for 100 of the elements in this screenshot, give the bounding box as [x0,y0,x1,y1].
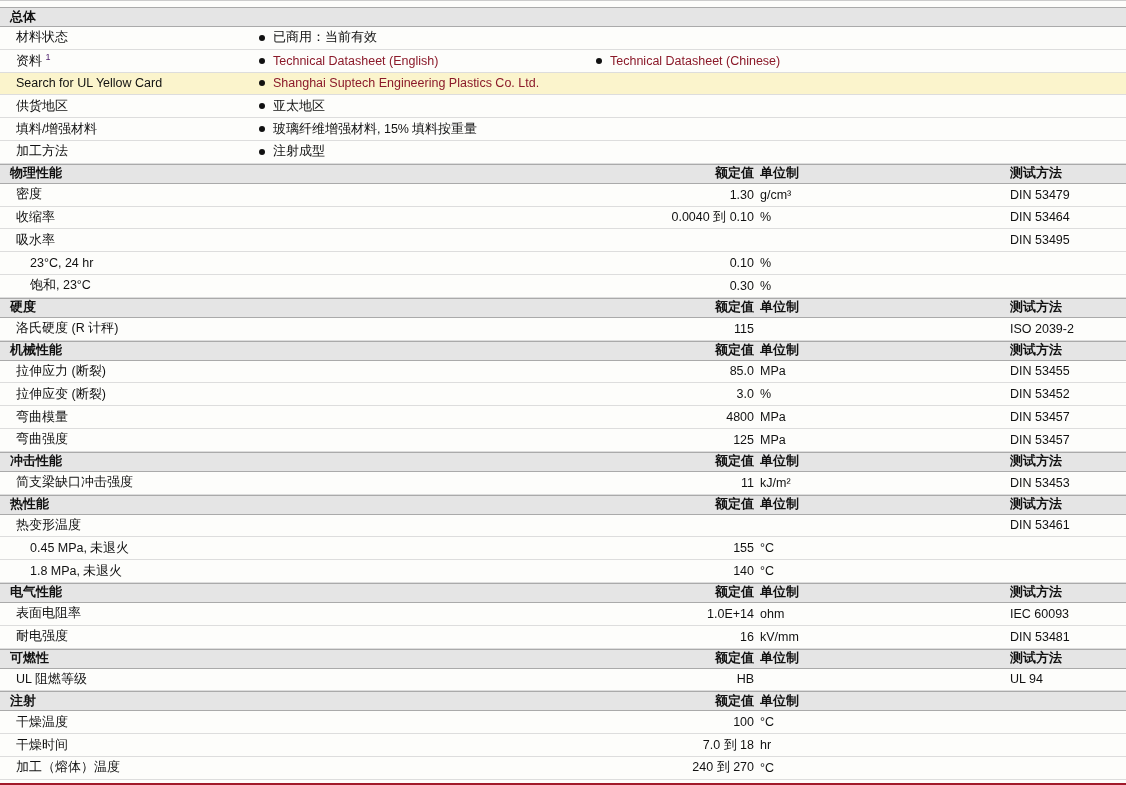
section-title: 机械性能 [8,342,63,360]
nominal-value: 240 到 270 [691,759,755,777]
test-method: ISO 2039-2 [1010,321,1075,336]
unit: g/cm³ [760,187,793,202]
section-title: 注射 [9,692,37,710]
property-name: 密度 [15,186,43,204]
column-heading: 额定值 [714,496,755,514]
column-heading: 单位制 [760,342,800,360]
property-name: 干燥温度 [15,713,69,731]
property-name: 拉伸应变 (断裂) [15,385,107,403]
nominal-value: 16 [739,629,755,644]
property-name: 饱和, 23°C [29,277,92,295]
unit: MPa [760,410,787,425]
unit: % [760,387,773,402]
nominal-value: 115 [733,321,755,336]
column-heading: 测试方法 [1010,299,1063,317]
unit: °C [760,564,776,579]
property-name: 材料状态 [15,29,69,47]
nominal-value: 155 [732,541,755,556]
property-name: 1.8 MPa, 未退火 [29,562,124,580]
test-method: DIN 53452 [1010,387,1071,402]
column-heading: 额定值 [714,299,755,317]
nominal-value: HB [735,672,755,687]
property-value: 注射成型 [273,143,325,161]
property-value: 亚太地区 [273,97,325,115]
bullet-icon [259,80,265,87]
column-heading: 额定值 [714,165,755,183]
test-method: DIN 53464 [1010,210,1071,225]
datasheet-link[interactable]: Technical Datasheet (Chinese) [610,53,781,68]
section-title: 硬度 [9,299,37,317]
property-name: 23°C, 24 hr [29,256,95,271]
test-method: DIN 53479 [1010,187,1071,202]
nominal-value: 0.30 [728,278,755,293]
datasheet-link[interactable]: Shanghai Suptech Engineering Plastics Co. Ltd. [273,76,540,91]
column-heading: 测试方法 [1010,650,1063,668]
column-heading: 额定值 [714,692,755,710]
test-method: IEC 60093 [1010,606,1071,621]
section-title: 物理性能 [9,165,63,183]
bullet-icon [259,126,265,133]
test-method: DIN 53457 [1010,410,1071,425]
section-title: 可燃性 [9,650,50,668]
test-method: DIN 53455 [1010,364,1071,379]
property-name: 加工方法 [15,143,69,161]
unit: °C [760,541,776,556]
property-value: 已商用：当前有效 [273,29,377,47]
unit: °C [760,760,776,775]
nominal-value: 85.0 [728,364,755,379]
datasheet-link[interactable]: Technical Datasheet (English) [273,53,439,68]
unit: % [760,278,773,293]
column-heading: 单位制 [760,299,800,317]
nominal-value: 11 [740,475,755,490]
property-name: 0.45 MPa, 未退火 [29,539,131,557]
test-method: DIN 53457 [1010,432,1071,447]
bullet-icon [259,148,265,155]
unit: MPa [760,364,787,379]
column-heading: 测试方法 [1010,453,1063,471]
section-title: 热性能 [9,496,50,514]
column-heading: 额定值 [714,584,755,602]
nominal-value: 125 [732,432,755,447]
unit: % [760,256,773,271]
column-heading: 测试方法 [1010,584,1063,602]
section-title: 冲击性能 [9,453,63,471]
column-heading: 测试方法 [1010,342,1063,360]
property-name: 供货地区 [15,97,69,115]
unit: °C [760,715,776,730]
unit: % [760,210,773,225]
property-name: 弯曲模量 [15,408,69,426]
unit: kV/mm [760,629,800,644]
column-heading: 额定值 [714,453,755,471]
property-name: 吸水率 [15,231,56,249]
nominal-value: 7.0 到 18 [701,736,755,754]
column-heading: 单位制 [760,650,800,668]
property-name: 简支梁缺口冲击强度 [15,474,134,492]
nominal-value: 3.0 [735,387,755,402]
nominal-value: 0.0040 到 0.10 [670,208,755,226]
property-name: 资料 $^{1}$ [15,51,52,70]
column-heading: 单位制 [760,165,800,183]
property-name: 洛氏硬度 (R 计秤) [15,320,120,338]
nominal-value: 1.30 [728,187,755,202]
bullet-icon [259,57,265,64]
nominal-value: 100 [732,715,755,730]
property-name: 热变形温度 [15,516,82,534]
unit: MPa [760,432,787,447]
property-name: 加工（熔体）温度 [15,759,121,777]
property-name: UL 阻燃等级 [15,670,88,688]
bullet-icon [259,103,265,110]
property-name: 干燥时间 [15,736,69,754]
section-title: 电气性能 [9,584,63,602]
property-name: 填料/增强材料 [15,120,99,138]
property-name: 收缩率 [15,208,56,226]
nominal-value: 4800 [725,410,755,425]
column-heading: 测试方法 [1010,165,1063,183]
column-heading: 额定值 [714,342,755,360]
test-method: DIN 53481 [1010,629,1071,644]
unit: hr [760,738,773,752]
nominal-value: 1.0E+14 [706,606,755,621]
bullet-icon [259,34,265,41]
unit: kJ/m² [760,475,792,490]
test-method: DIN 53461 [1010,518,1071,533]
nominal-value: 140 [732,564,755,579]
